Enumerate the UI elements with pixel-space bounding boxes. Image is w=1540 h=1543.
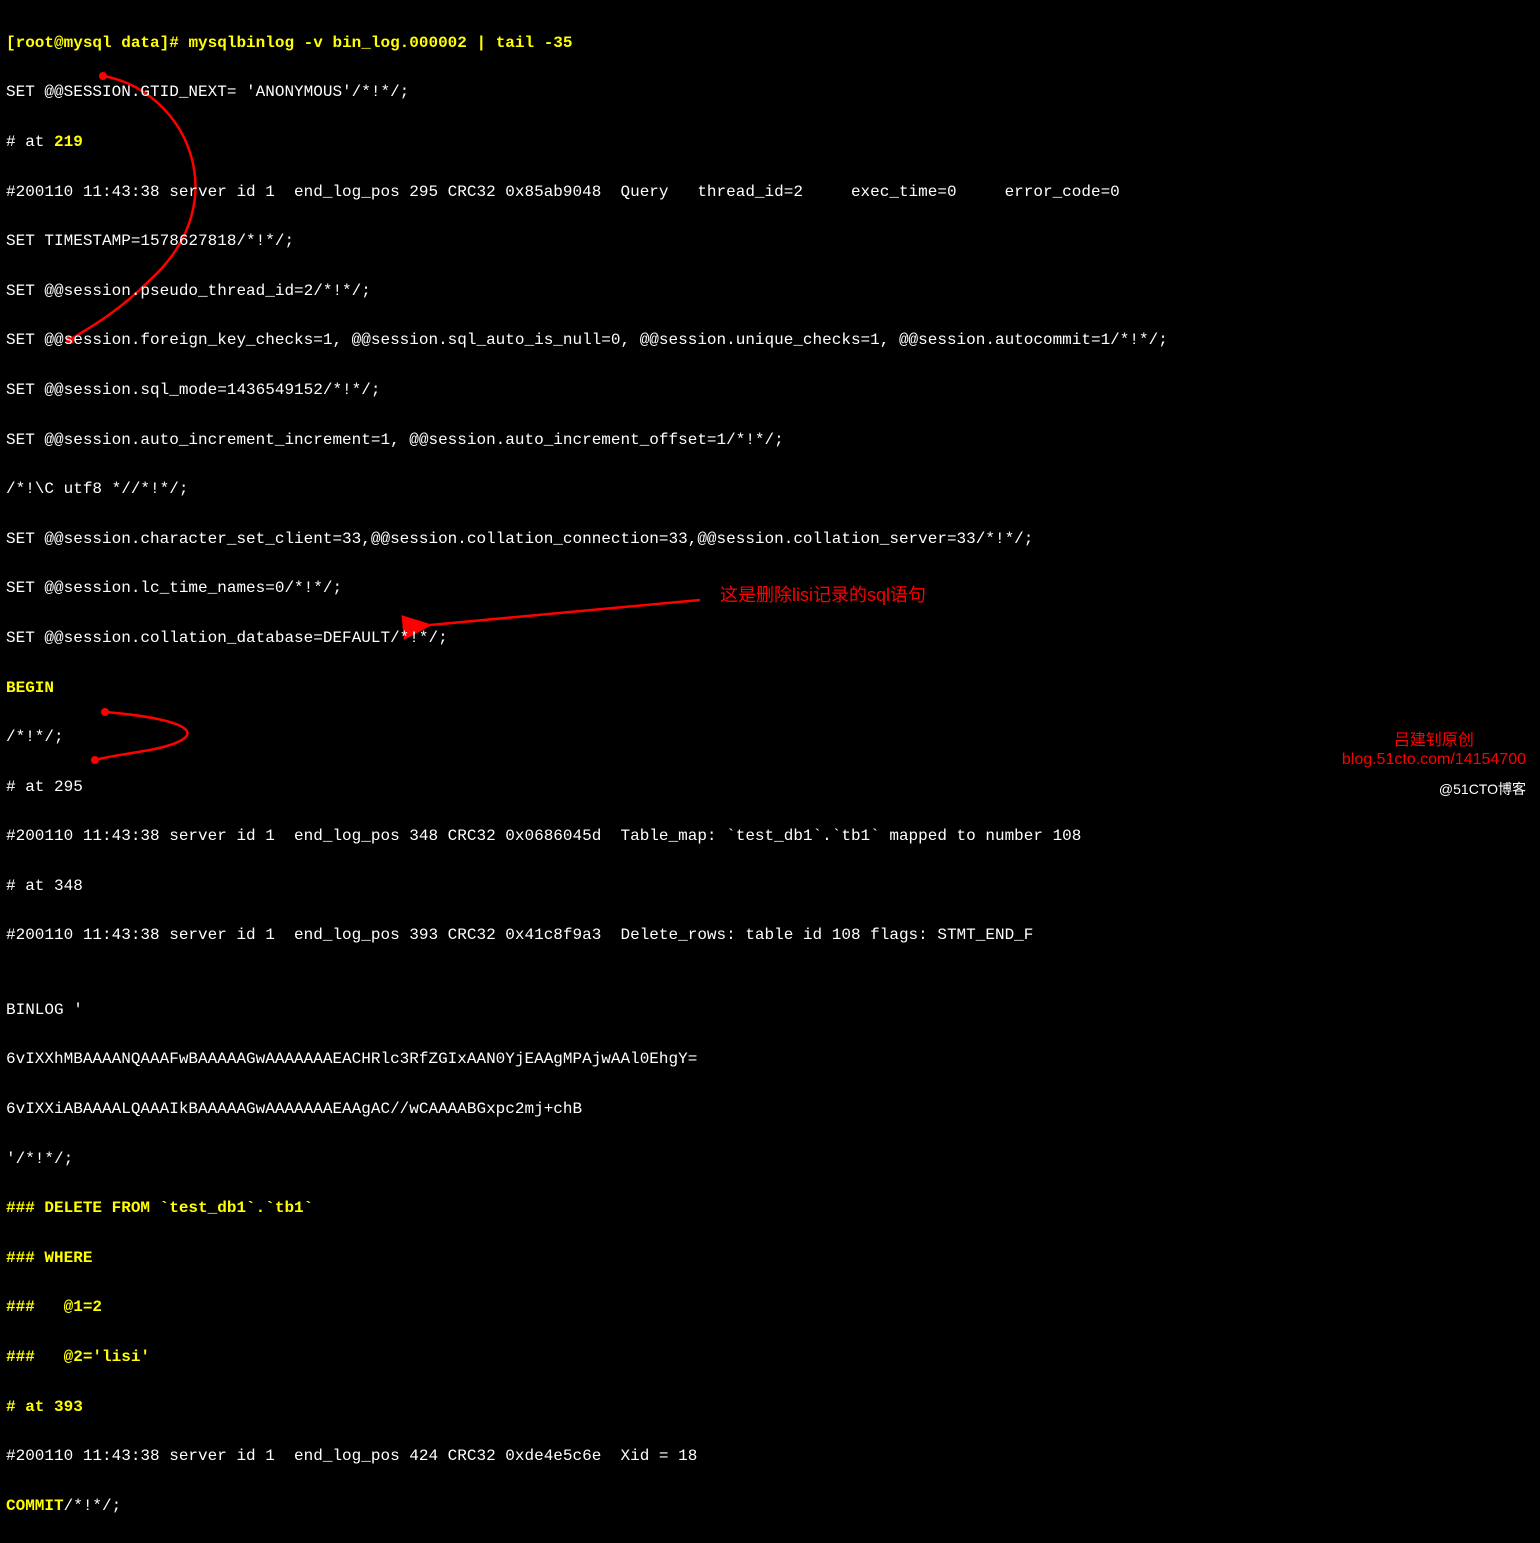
output-line: SET @@SESSION.GTID_NEXT= 'ANONYMOUS'/*!*… [6, 80, 1534, 105]
output-line: SET @@session.pseudo_thread_id=2/*!*/; [6, 279, 1534, 304]
output-line: 6vIXXhMBAAAANQAAAFwBAAAAAGwAAAAAAAEACHRl… [6, 1047, 1534, 1072]
output-line: SET @@session.sql_mode=1436549152/*!*/; [6, 378, 1534, 403]
output-line: #200110 11:43:38 server id 1 end_log_pos… [6, 180, 1534, 205]
output-line: '/*!*/; [6, 1147, 1534, 1172]
watermark: 吕建钊原创 blog.51cto.com/14154700 [1342, 731, 1526, 769]
shell-command: mysqlbinlog -v bin_log.000002 | tail -35 [188, 34, 572, 52]
output-line: SET @@session.foreign_key_checks=1, @@se… [6, 328, 1534, 353]
output-line: SET @@session.character_set_client=33,@@… [6, 527, 1534, 552]
sql-commit: COMMIT [6, 1497, 64, 1515]
footer-brand: @51CTO博客 [1439, 779, 1526, 801]
output-line: #200110 11:43:38 server id 1 end_log_pos… [6, 824, 1534, 849]
binlog-pos-219: 219 [54, 133, 83, 151]
sql-begin: BEGIN [6, 676, 1534, 701]
output-line: # at 295 [6, 775, 1534, 800]
watermark-line2: blog.51cto.com/14154700 [1342, 750, 1526, 769]
sql-where: ### WHERE [6, 1246, 1534, 1271]
sql-commit-line: COMMIT/*!*/; [6, 1494, 1534, 1519]
output-line: #200110 11:43:38 server id 1 end_log_pos… [6, 1444, 1534, 1469]
output-line: # at 348 [6, 874, 1534, 899]
output-line: BINLOG ' [6, 998, 1534, 1023]
prompt-line: [root@mysql data]# mysqlbinlog -v bin_lo… [6, 31, 1534, 56]
sql-col1: ### @1=2 [6, 1295, 1534, 1320]
output-line: /*!*/; [6, 725, 1534, 750]
output-line: #200110 11:43:38 server id 1 end_log_pos… [6, 923, 1534, 948]
annotation-label: 这是删除lisi记录的sql语句 [720, 582, 926, 610]
output-line: # at 219 [6, 130, 1534, 155]
output-line: 6vIXXiABAAAALQAAAIkBAAAAAGwAAAAAAAEAAgAC… [6, 1097, 1534, 1122]
shell-prompt: [root@mysql data]# [6, 34, 188, 52]
sql-delete: ### DELETE FROM `test_db1`.`tb1` [6, 1196, 1534, 1221]
output-line: SET @@session.auto_increment_increment=1… [6, 428, 1534, 453]
watermark-line1: 吕建钊原创 [1342, 731, 1526, 750]
output-line: SET TIMESTAMP=1578627818/*!*/; [6, 229, 1534, 254]
sql-col2: ### @2='lisi' [6, 1345, 1534, 1370]
output-line: SET @@session.collation_database=DEFAULT… [6, 626, 1534, 651]
output-line: /*!\C utf8 *//*!*/; [6, 477, 1534, 502]
binlog-pos-393: # at 393 [6, 1395, 1534, 1420]
terminal-output: [root@mysql data]# mysqlbinlog -v bin_lo… [6, 6, 1534, 1543]
